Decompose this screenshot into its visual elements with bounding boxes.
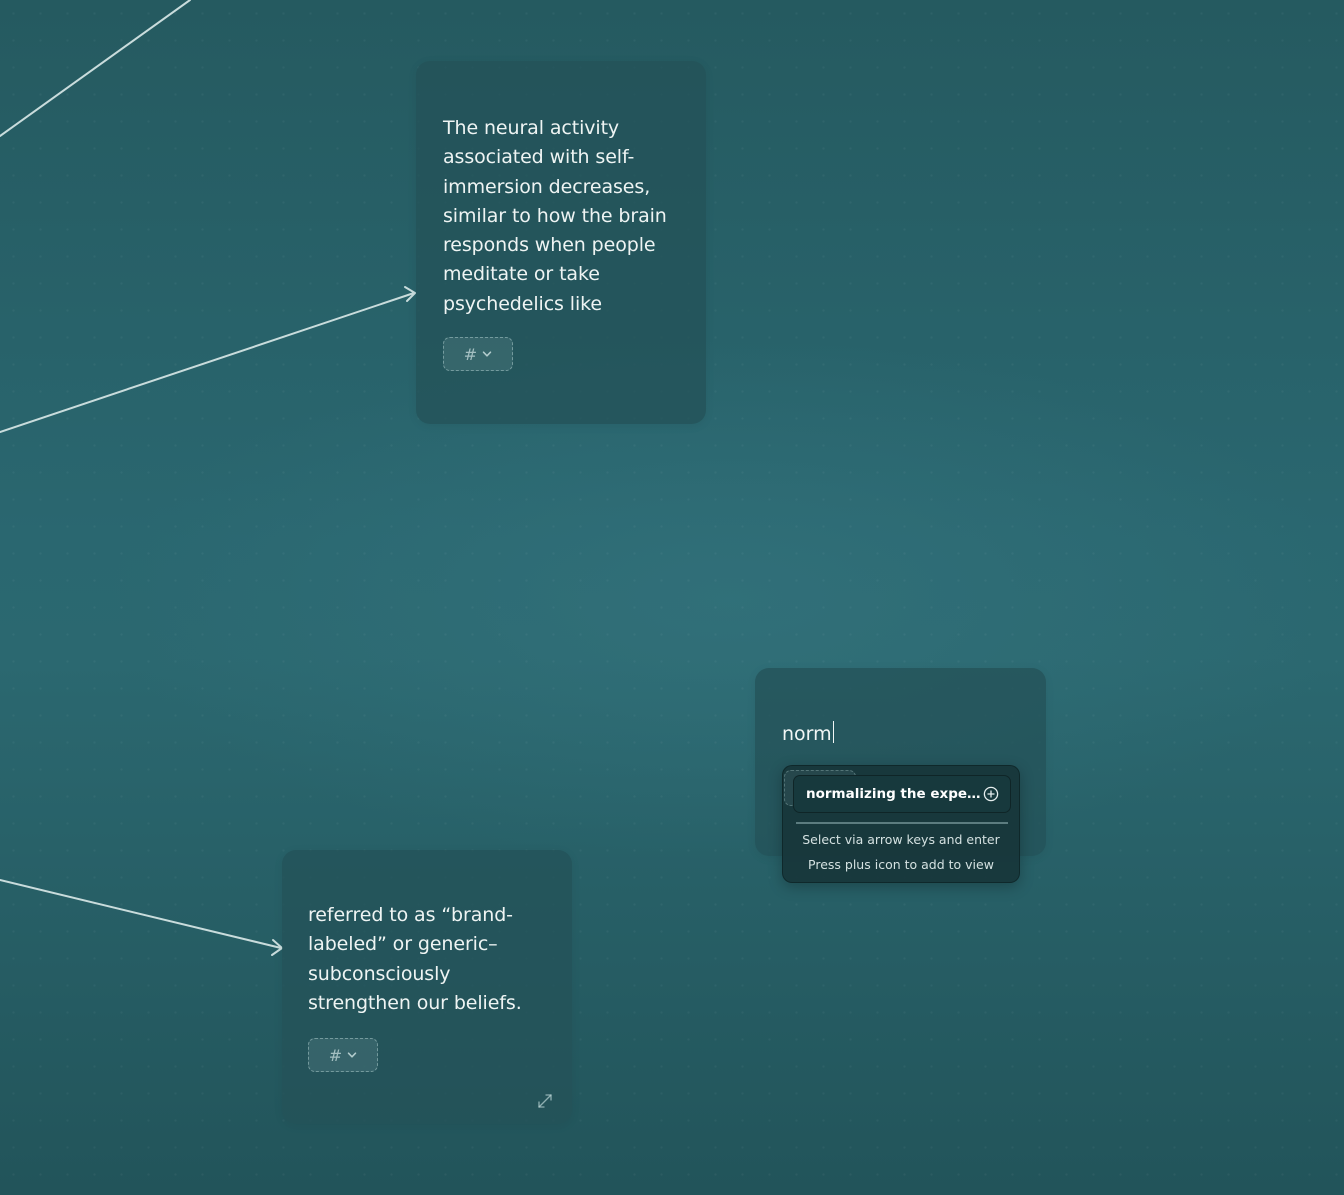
expand-icon[interactable] — [537, 1093, 553, 1109]
hint-select-text: Select via arrow keys and enter — [802, 832, 1000, 847]
text-caret — [832, 721, 835, 743]
note-card-text: referred to as “brand-labeled” or generi… — [308, 904, 522, 1014]
arrow-head-icon — [404, 286, 416, 302]
note-card-text: The neural activity associated with self… — [443, 117, 667, 315]
plus-circle-icon[interactable] — [983, 786, 999, 802]
note-card[interactable]: referred to as “brand-labeled” or generi… — [282, 850, 572, 1124]
chevron-down-icon — [347, 1052, 357, 1058]
suggestion-item[interactable]: normalizing the experi... — [793, 775, 1011, 813]
divider — [796, 822, 1008, 824]
hashtag-icon: # — [328, 1045, 343, 1065]
note-text-input[interactable]: norm — [782, 720, 835, 748]
chevron-down-icon — [482, 351, 492, 357]
tag-dropdown-button[interactable]: # — [443, 337, 513, 371]
connector-line — [0, 0, 191, 137]
note-text-input-value: norm — [782, 723, 832, 745]
connector-line — [0, 879, 282, 949]
arrow-head-icon — [271, 939, 283, 956]
suggestion-dropdown: normalizing the experi... Select via arr… — [782, 765, 1020, 883]
tag-dropdown-button[interactable]: # — [308, 1038, 378, 1072]
note-card[interactable]: The neural activity associated with self… — [416, 61, 706, 424]
hashtag-icon: # — [463, 344, 478, 364]
connector-line — [0, 292, 415, 433]
suggestion-item-label: normalizing the experi... — [806, 786, 981, 802]
hint-plus-text: Press plus icon to add to view — [808, 857, 994, 872]
